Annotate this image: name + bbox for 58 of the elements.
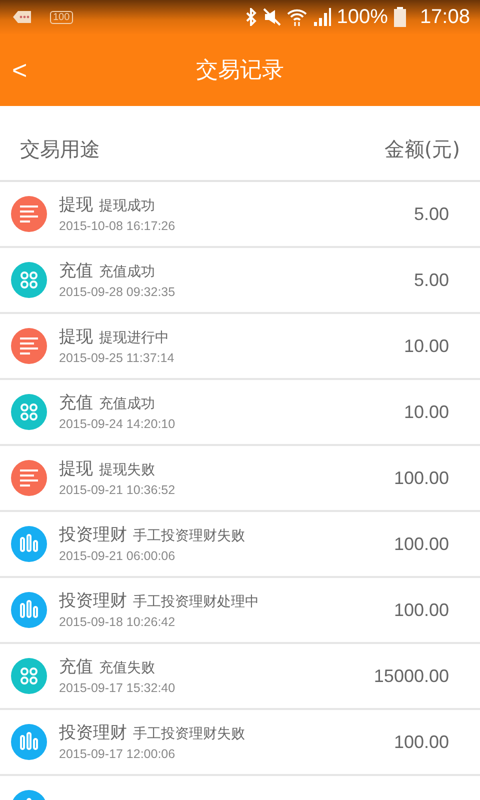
- transaction-time: 2015-10-08 16:17:26: [59, 219, 176, 233]
- transaction-status: 充值成功: [99, 395, 155, 413]
- transaction-time: 2015-09-25 11:37:14: [59, 351, 176, 365]
- transaction-amount: 10.00: [404, 402, 449, 422]
- transaction-status: 充值成功: [99, 263, 155, 281]
- transaction-amount: 15000.00: [374, 666, 449, 686]
- transaction-status: 提现成功: [99, 197, 155, 215]
- transaction-amount: 100.00: [394, 600, 449, 620]
- transaction-amount: 100.00: [394, 534, 449, 554]
- transaction-status: 提现失败: [99, 461, 155, 479]
- lines-icon: [11, 460, 47, 496]
- transaction-time: 2015-09-21 06:00:06: [59, 549, 176, 563]
- transaction-time: 2015-09-28 09:32:35: [59, 285, 176, 299]
- transaction-amount: 5.00: [414, 270, 449, 290]
- battery-percent: 100%: [336, 6, 388, 28]
- transaction-type: 投资理财: [59, 524, 127, 546]
- bluetooth-icon: [244, 8, 257, 26]
- page-title: 交易记录: [196, 57, 284, 85]
- transaction-amount: 5.00: [414, 204, 449, 224]
- transaction-amount: 100.00: [394, 732, 449, 752]
- transaction-time: 2015-09-21 10:36:52: [59, 483, 176, 497]
- bar-chart-icon: [11, 526, 47, 562]
- transaction-type: 提现: [59, 326, 93, 348]
- transaction-type: 提现: [59, 458, 93, 480]
- back-button[interactable]: <: [2, 54, 38, 86]
- signal-icon: [312, 8, 331, 26]
- grid-icon: [11, 658, 47, 694]
- transaction-amount: 100.00: [394, 468, 449, 488]
- transaction-type: 提现: [59, 194, 93, 216]
- transaction-time: 2015-09-18 10:26:42: [59, 615, 176, 629]
- transaction-type: 投资理财: [59, 722, 127, 744]
- transaction-status: 充值失败: [99, 659, 155, 677]
- notification-badge: 100: [50, 10, 73, 24]
- column-header: 金额(元): [384, 136, 460, 162]
- bar-chart-icon: [11, 724, 47, 760]
- message-icon: [12, 10, 32, 24]
- mute-icon: [262, 8, 281, 26]
- clock-time: 17:08: [420, 6, 470, 28]
- battery-icon: [394, 7, 406, 27]
- transaction-time: 2015-09-24 14:20:10: [59, 417, 176, 431]
- transaction-time: 2015-09-17 15:32:40: [59, 681, 176, 695]
- transaction-amount: 10.00: [404, 336, 449, 356]
- bar-chart-icon: [11, 592, 47, 628]
- grid-icon: [11, 394, 47, 430]
- transaction-status: 手工投资理财失败: [133, 527, 245, 545]
- column-header: 交易用途: [20, 136, 100, 162]
- transaction-status: 提现进行中: [99, 329, 169, 347]
- transaction-type: 投资理财: [59, 590, 127, 612]
- wifi-icon: [286, 8, 307, 26]
- transaction-type: 充值: [59, 656, 93, 678]
- transaction-type: 充值: [59, 260, 93, 282]
- transaction-time: 2015-09-17 12:00:06: [59, 747, 176, 761]
- transaction-status: 手工投资理财处理中: [133, 593, 259, 611]
- lines-icon: [11, 196, 47, 232]
- transaction-type: 充值: [59, 392, 93, 414]
- grid-icon: [11, 262, 47, 298]
- transaction-status: 手工投资理财失败: [133, 725, 245, 743]
- lines-icon: [11, 328, 47, 364]
